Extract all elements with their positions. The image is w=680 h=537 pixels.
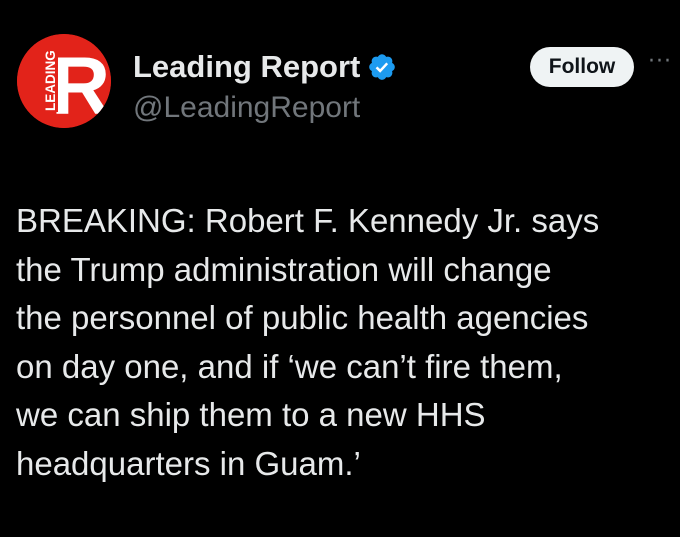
avatar-logo-letter: R: [51, 41, 110, 128]
account-handle[interactable]: @LeadingReport: [133, 91, 397, 125]
verified-badge-icon: [367, 52, 397, 82]
avatar-logo-text: LEADING: [43, 50, 58, 111]
display-name-row: Leading Report: [133, 47, 397, 87]
account-names: Leading Report @LeadingReport: [133, 47, 397, 125]
avatar[interactable]: R LEADING: [17, 34, 111, 128]
more-options-icon[interactable]: ···: [648, 51, 676, 80]
leading-report-logo-icon: R LEADING: [17, 34, 111, 128]
tweet-text: BREAKING: Robert F. Kennedy Jr. says the…: [16, 202, 600, 482]
follow-button[interactable]: Follow: [530, 47, 634, 87]
display-name[interactable]: Leading Report: [133, 49, 360, 85]
